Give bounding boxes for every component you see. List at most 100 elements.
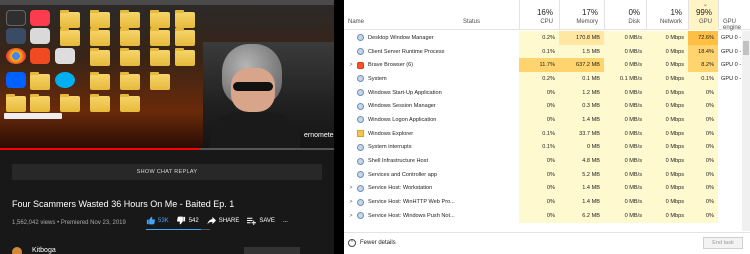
process-row[interactable]: System 0.2% 0.1 MB 0.1 MB/s 0 Mbps 0.1% GPU 0 … <box>344 72 750 86</box>
subscribe-button[interactable] <box>244 247 300 254</box>
process-row[interactable]: > Service Host: Workstation 0% 1.4 MB 0 MB/s… <box>344 181 750 196</box>
process-row[interactable]: Services and Controller app 0% 5.2 MB 0 MB/… <box>344 167 750 182</box>
like-button[interactable]: 53K <box>146 216 169 225</box>
process-memory: 1.2 MB <box>559 85 604 100</box>
process-row[interactable]: System interrupts 0.1% 0 MB 0 MB/s 0 Mbps 0% <box>344 140 750 155</box>
process-icon <box>357 157 364 165</box>
scrollbar[interactable] <box>742 31 750 231</box>
channel-name[interactable]: Kitboga <box>32 247 56 254</box>
process-network: 0 Mbps <box>646 181 688 196</box>
channel-avatar[interactable] <box>12 247 22 254</box>
process-gpu: 0% <box>688 99 718 114</box>
screen: ernometer SHOW CHAT REPLAY Four Scammers… <box>0 0 750 254</box>
column-name[interactable]: Name <box>344 0 459 30</box>
process-gpu: 0.1% <box>688 72 718 86</box>
process-disk: 0 MB/s <box>604 44 646 59</box>
streamer-sunglasses <box>233 82 273 91</box>
process-cpu: 0.1% <box>519 140 559 155</box>
column-name-label: Name <box>348 19 365 25</box>
process-row[interactable]: Shell Infrastructure Host 0% 4.8 MB 0 MB/s 0… <box>344 154 750 168</box>
column-network[interactable]: 1% Network <box>646 0 688 30</box>
expand-chevron-icon[interactable]: > <box>348 62 354 68</box>
video-actions: 53K 542 SHARE SAVE ... <box>146 216 296 225</box>
process-cpu: 0.1% <box>519 44 559 59</box>
network-total-pct: 1% <box>670 8 682 17</box>
column-status[interactable]: Status <box>459 0 519 30</box>
process-row[interactable]: Windows Explorer 0.1% 33.7 MB 0 MB/s 0 Mbps 0… <box>344 126 750 141</box>
process-name: Service Host: Windows Push Not... <box>368 212 455 219</box>
column-disk[interactable]: 0% Disk <box>604 0 646 30</box>
process-disk: 0 MB/s <box>604 99 646 114</box>
share-button[interactable]: SHARE <box>207 216 239 225</box>
process-name-cell: Windows Explorer <box>344 126 459 141</box>
process-status-cell <box>459 31 519 45</box>
process-icon <box>357 143 364 151</box>
process-status-cell <box>459 58 519 73</box>
process-network: 0 Mbps <box>646 140 688 155</box>
scrollbar-thumb[interactable] <box>743 41 749 55</box>
dislike-button[interactable]: 542 <box>176 216 199 225</box>
process-status-cell <box>459 195 519 209</box>
thumbs-down-icon <box>176 216 185 225</box>
process-cpu: 0% <box>519 85 559 100</box>
process-row[interactable]: > Service Host: Windows Push Not... 0% 6.2 … <box>344 208 750 223</box>
process-name: System <box>368 75 387 82</box>
process-row[interactable]: > Service Host: WinHTTP Web Pro... 0% 1.4 M… <box>344 195 750 209</box>
process-row[interactable]: Windows Logon Application 0% 1.4 MB 0 MB/s 0… <box>344 113 750 127</box>
process-gpu: 0% <box>688 140 718 155</box>
process-cpu: 0% <box>519 99 559 114</box>
expand-chevron-icon[interactable]: > <box>348 199 354 205</box>
process-disk: 0 MB/s <box>604 195 646 209</box>
app-icon <box>30 28 50 44</box>
process-name: Client Server Runtime Process <box>368 48 445 55</box>
video-player[interactable]: ernometer <box>0 0 334 148</box>
process-row[interactable]: Windows Start-Up Application 0% 1.2 MB 0 MB… <box>344 85 750 100</box>
process-name: Service Host: WinHTTP Web Pro... <box>368 199 455 206</box>
process-gpu: 0% <box>688 195 718 209</box>
process-cpu: 0% <box>519 167 559 182</box>
more-actions-button[interactable]: ... <box>283 218 288 224</box>
process-disk: 0 MB/s <box>604 85 646 100</box>
column-gpu[interactable]: ⌄ 99% GPU <box>688 0 718 30</box>
expand-chevron-icon[interactable]: > <box>348 213 354 219</box>
process-row[interactable]: Client Server Runtime Process 0.1% 1.5 MB 0… <box>344 44 750 59</box>
folder-icon <box>60 10 80 28</box>
youtube-pane: ernometer SHOW CHAT REPLAY Four Scammers… <box>0 0 334 254</box>
process-icon <box>357 102 364 110</box>
save-button[interactable]: SAVE <box>247 216 275 225</box>
process-cpu: 0% <box>519 208 559 223</box>
column-cpu[interactable]: 16% CPU <box>519 0 559 30</box>
process-row[interactable]: Windows Session Manager 0% 0.3 MB 0 MB/s 0 M… <box>344 99 750 114</box>
end-task-button[interactable]: End task <box>703 237 743 249</box>
chrome-icon <box>6 48 26 64</box>
column-gpu-engine[interactable]: GPU engine <box>718 0 750 31</box>
sort-descending-icon: ⌄ <box>702 2 708 8</box>
folder-icon <box>120 72 140 90</box>
process-memory: 6.2 MB <box>559 208 604 223</box>
folder-icon <box>90 72 110 90</box>
window-divider <box>334 0 344 254</box>
app-icon <box>6 28 26 44</box>
fewer-details-label: Fewer details <box>360 240 396 246</box>
process-gpu: 72.6% <box>688 31 718 45</box>
folder-icon <box>120 94 140 112</box>
process-row[interactable]: Desktop Window Manager 0.2% 170.8 MB 0 MB/s… <box>344 31 750 45</box>
process-icon <box>357 198 364 206</box>
show-chat-replay-button[interactable]: SHOW CHAT REPLAY <box>12 164 322 180</box>
process-icon <box>357 89 364 97</box>
folder-icon <box>30 72 50 90</box>
expand-chevron-icon[interactable]: > <box>348 185 354 191</box>
column-memory[interactable]: 17% Memory <box>559 0 604 30</box>
process-status-cell <box>459 99 519 114</box>
process-row[interactable]: > Brave Browser (6) 11.7% 637.2 MB 0 MB/s 0 M… <box>344 58 750 73</box>
process-status-cell <box>459 85 519 100</box>
folder-icon <box>150 48 170 66</box>
process-gpu: 8.2% <box>688 58 718 73</box>
premiered-text: Premiered Nov 23, 2019 <box>60 220 126 226</box>
process-disk: 0 MB/s <box>604 181 646 196</box>
process-gpu: 0% <box>688 113 718 127</box>
video-progress-bar[interactable] <box>0 148 334 150</box>
folder-icon <box>6 94 26 112</box>
fewer-details-button[interactable]: ⌃ Fewer details <box>348 239 396 247</box>
music-app-icon <box>30 10 50 26</box>
